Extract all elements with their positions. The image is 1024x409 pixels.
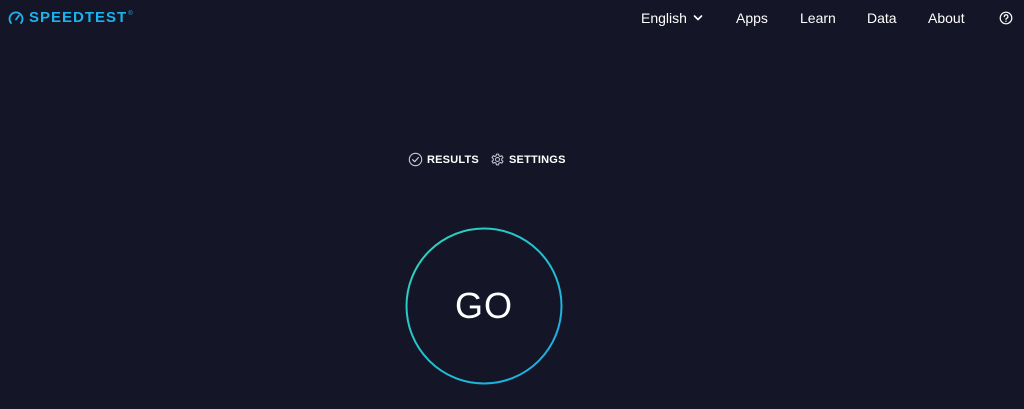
nav-learn-link[interactable]: Learn [800, 10, 836, 26]
nav-data-link[interactable]: Data [867, 10, 897, 26]
settings-link[interactable]: SETTINGS [490, 152, 566, 167]
go-button[interactable]: GO [405, 227, 563, 385]
go-label: GO [454, 285, 513, 326]
language-selector[interactable]: English [641, 10, 703, 26]
check-circle-icon [408, 152, 423, 167]
gear-icon [491, 153, 504, 166]
language-label: English [641, 10, 687, 26]
speedtest-page: SPEEDTEST ® English Apps Learn Data Abou… [0, 0, 1024, 409]
settings-label: SETTINGS [509, 153, 566, 166]
results-link[interactable]: RESULTS [408, 152, 479, 167]
question-circle-icon[interactable] [999, 11, 1013, 25]
test-options: RESULTS SETTINGS [0, 152, 1024, 168]
top-header: SPEEDTEST ® English Apps Learn Data Abou… [0, 0, 1024, 36]
nav-about-link[interactable]: About [928, 10, 965, 26]
main-nav: English Apps Learn Data About [0, 10, 1024, 28]
nav-apps-link[interactable]: Apps [736, 10, 768, 26]
results-label: RESULTS [427, 153, 479, 166]
chevron-down-icon [693, 15, 703, 21]
